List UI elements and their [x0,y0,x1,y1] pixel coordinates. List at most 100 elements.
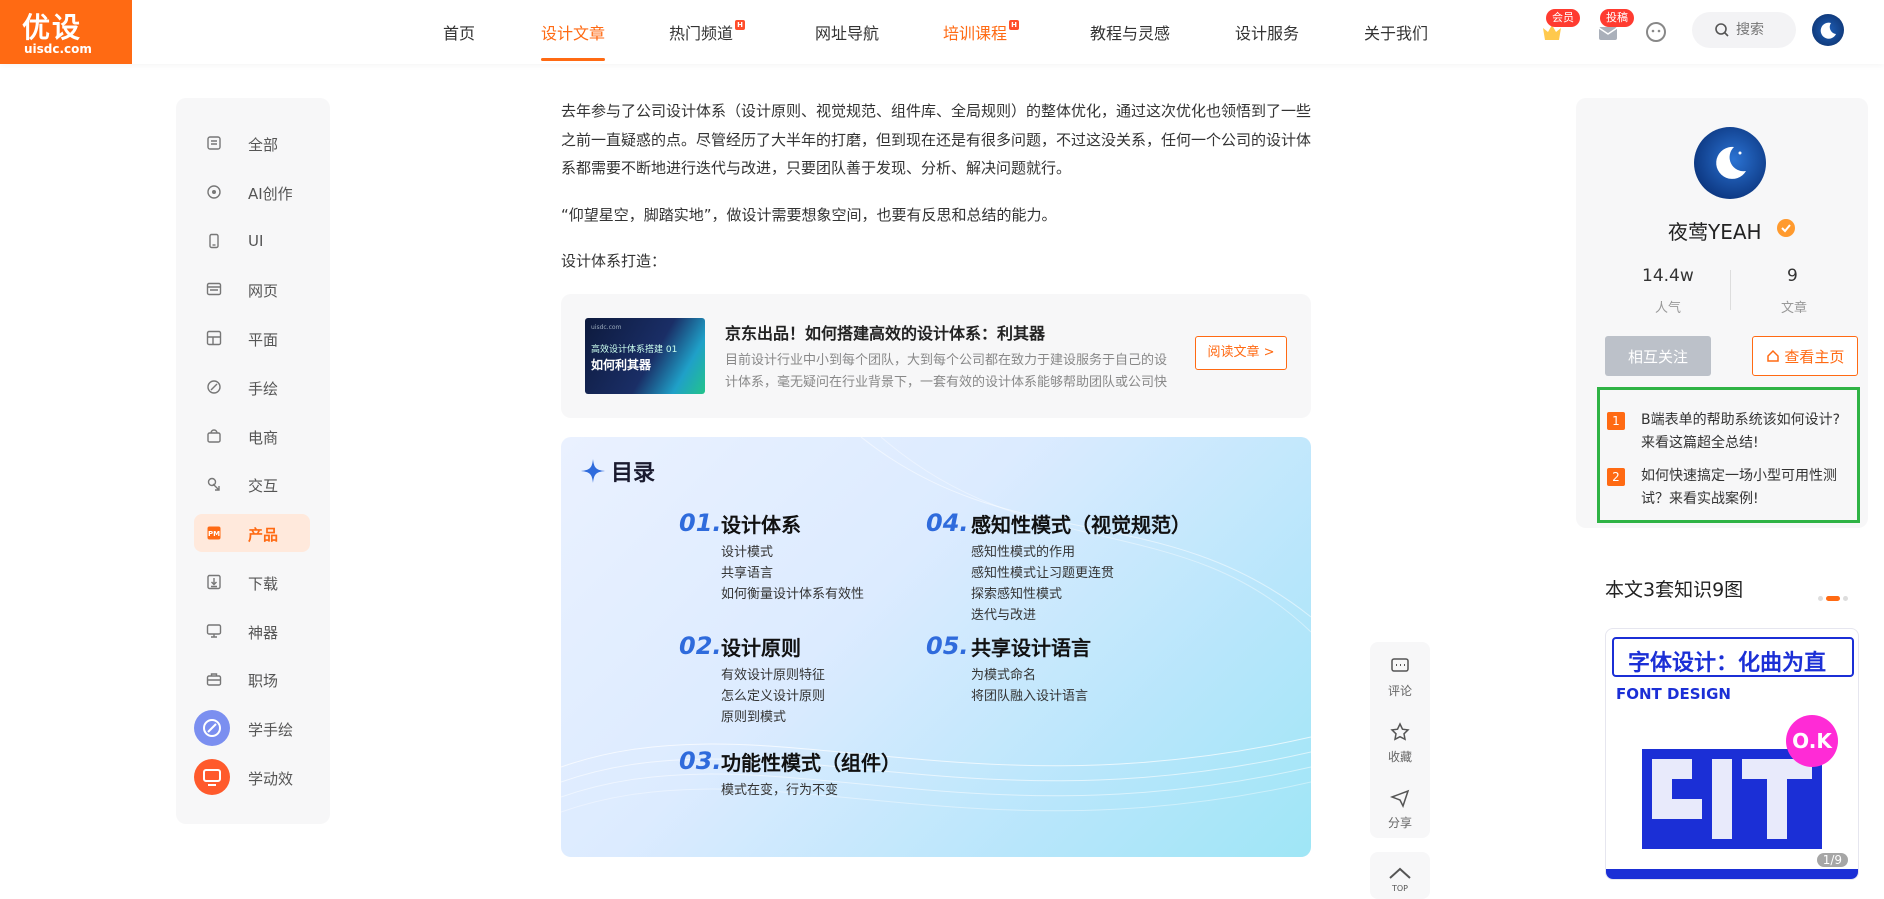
sidebar-item-ecommerce[interactable]: 电商 [194,417,310,455]
rec-item-1-line-2[interactable]: 来看这篇超全总结! [1641,432,1759,455]
search-input[interactable] [1736,20,1792,40]
thumb-site: uisdc.com [591,324,622,331]
author-articles-label: 文章 [1781,301,1808,316]
author-popularity-label: 人气 [1655,301,1682,316]
nav-tutorials-inspiration[interactable]: 教程与灵感 [1090,20,1170,44]
nav-training-courses[interactable]: 培训课程 H [943,20,1020,44]
comment-label: 评论 [1387,684,1412,698]
nav-home[interactable]: 首页 [443,20,475,44]
sidebar-item-label: 手绘 [248,380,279,398]
nav-design-articles[interactable]: 设计文章 [541,20,605,44]
thumb-title: 如何利其器 [591,358,652,372]
article-paragraph-1-line-2: 之前一直疑惑的点。尽管经历了大半年的打磨，但到现在还是有很多问题，不过这没关系，… [561,131,1312,149]
sidebar-item-handdraw[interactable]: 手绘 [194,368,310,406]
related-article-title[interactable]: 京东出品！如何搭建高效的设计体系：利其器 [725,320,1045,344]
nav-hot-channels[interactable]: 热门频道 H [669,20,746,44]
nav-site-directory[interactable]: 网址导航 [815,20,879,44]
tool-icon [206,624,222,638]
sidebar-item-ai[interactable]: AI创作 [194,173,310,211]
sidebar-item-label: 交互 [248,477,279,495]
toc-subitem: 有效设计原则特征 [721,668,826,683]
sparkle-icon [581,459,605,483]
knowledge-poster-image[interactable]: 字体设计：化曲为直 FONT DESIGN O.K 1/9 [1605,628,1859,880]
toc-section-title: 共享设计语言 [971,636,1091,660]
related-article-desc: 目前设计行业中小到每个团队，大到每个公司都在致力于建设服务于自己的设计体系，毫无… [725,353,1168,390]
moon-icon [1820,22,1836,39]
poster-header: 字体设计：化曲为直 [1612,637,1854,677]
sidebar-item-product[interactable]: PM 产品 [194,514,310,552]
back-to-top-button[interactable]: TOP [1370,852,1430,899]
carousel-dot-active[interactable] [1826,596,1840,601]
robot-face-icon[interactable] [1644,20,1668,44]
share-button[interactable]: 分享 [1370,788,1430,831]
toc-section-title: 功能性模式（组件） [721,751,901,775]
view-homepage-button[interactable]: 查看主页 [1752,336,1858,376]
mutual-follow-button[interactable]: 相互关注 [1605,336,1711,376]
learn-motion-icon [194,759,230,795]
interaction-icon [207,477,220,491]
sidebar-item-career[interactable]: 职场 [194,660,310,698]
sidebar-item-tools[interactable]: 神器 [194,612,310,650]
table-of-contents-image: 目录 01. 设计体系 设计模式 共享语言 如何衡量设计体系有效性 02. 设计… [561,437,1311,857]
nav-design-services[interactable]: 设计服务 [1235,20,1299,44]
sidebar-item-web[interactable]: 网页 [194,270,310,308]
site-logo[interactable]: 优设 uisdc.com [0,0,132,64]
sidebar-item-label: UI [248,232,264,250]
sidebar-item-learn-motion[interactable]: 学动效 [194,758,310,796]
stat-divider [1730,270,1731,310]
toc-section-title: 设计原则 [721,636,801,660]
poster-ok-badge: O.K [1786,715,1838,767]
sidebar-item-ui[interactable]: UI [194,222,310,260]
read-article-button[interactable]: 阅读文章 > [1195,336,1287,370]
search-box[interactable] [1692,12,1796,48]
toc-section-title: 设计体系 [721,513,801,537]
rec-item-2-line-2[interactable]: 试？来看实战案例! [1641,488,1759,511]
related-article-card[interactable]: uisdc.com 高效设计体系搭建 01 如何利其器 京东出品！如何搭建高效的… [561,294,1311,418]
carousel-dots[interactable] [1815,588,1848,607]
layout-icon [206,330,222,346]
category-sidebar: 全部 AI创作 UI 网页 平面 手绘 电商 交互 PM 产品 下载 神器 职场… [176,98,330,824]
sidebar-item-label: 学动效 [248,770,294,788]
product-icon: PM [207,526,221,540]
toc-subitem: 模式在变，行为不变 [721,783,839,798]
sidebar-item-download[interactable]: 下载 [194,563,310,601]
sidebar-item-interaction[interactable]: 交互 [194,465,310,503]
rec-item-2-line-1[interactable]: 如何快速搞定一场小型可用性测 [1641,465,1837,488]
toc-subitem: 感知性模式让习题更连贯 [971,566,1115,581]
toc-section-number: 04. [926,509,969,537]
submit-badge: 投稿 [1600,9,1634,27]
sidebar-item-graphic[interactable]: 平面 [194,319,310,357]
article-paragraph-3: 设计体系打造： [561,252,667,270]
sidebar-item-label: AI创作 [248,185,293,203]
article-paragraph-1-line-1: 去年参与了公司设计体系（设计原则、视觉规范、组件库、全局规则）的整体优化，通过这… [561,102,1312,120]
view-homepage-label: 查看主页 [1784,347,1845,366]
author-name[interactable]: 夜莺YEAH [1668,216,1762,245]
poster-graphic [1642,749,1822,849]
top-navigation-bar: 优设 uisdc.com 首页 设计文章 热门频道 H 网址导航 培训课程 H 教程… [0,0,1884,64]
comment-button[interactable]: 评论 [1370,656,1430,699]
ai-icon [207,185,221,199]
nav-about-us[interactable]: 关于我们 [1364,20,1428,44]
poster-footer-bar [1606,869,1858,879]
carousel-dot[interactable] [1843,596,1848,601]
favorite-label: 收藏 [1387,750,1412,764]
carousel-dot[interactable] [1818,596,1823,601]
toc-subitem: 探索感知性模式 [971,587,1063,602]
toc-section-number: 02. [679,632,722,660]
download-icon [207,574,221,590]
favorite-button[interactable]: 收藏 [1370,722,1430,765]
sidebar-item-all[interactable]: 全部 [194,124,310,162]
nav-hot-channels-label: 热门频道 [669,24,734,43]
author-avatar[interactable] [1694,127,1766,199]
toc-section-title: 感知性模式（视觉规范） [971,513,1191,537]
rec-item-1-line-1[interactable]: B端表单的帮助系统该如何设计? [1641,409,1840,432]
briefcase-icon [206,673,222,686]
sidebar-item-label: 学手绘 [248,721,294,739]
toc-subitem: 为模式命名 [971,668,1037,683]
sidebar-item-learn-draw[interactable]: 学手绘 [194,709,310,747]
verified-badge-icon [1777,219,1795,237]
ui-icon [209,233,219,249]
article-paragraph-2: “仰望星空，脚踏实地”，做设计需要想象空间，也要有反思和总结的能力。 [561,206,1057,224]
recommended-articles: 1 B端表单的帮助系统该如何设计? 来看这篇超全总结! 2 如何快速搞定一场小型… [1597,387,1860,523]
user-avatar[interactable] [1812,14,1844,46]
